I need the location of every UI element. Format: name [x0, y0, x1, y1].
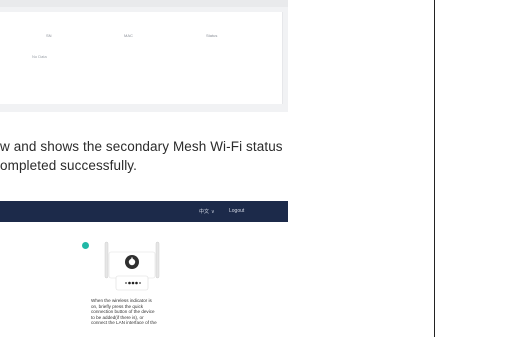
router-icon	[104, 241, 160, 291]
column-header-status: Status	[206, 33, 218, 38]
column-header-mac: MAC	[124, 33, 133, 38]
chevron-down-icon: ∨	[211, 209, 215, 215]
bottom-screenshot: 中文 ∨ Logout When the wireless indicator i…	[0, 201, 288, 337]
language-label: 中文	[199, 209, 210, 215]
step-instruction-text: When the wireless indicator is on, brief…	[91, 298, 193, 326]
page-right-border	[434, 0, 435, 337]
table-empty-text: No Data	[32, 54, 47, 59]
logout-link[interactable]: Logout	[229, 208, 244, 214]
instruction-line-1: w and shows the secondary Mesh Wi-Fi sta…	[0, 139, 283, 154]
top-nav-bar: 中文 ∨ Logout	[0, 201, 288, 222]
instruction-text-line: connect the LAN interface of the	[91, 320, 157, 326]
step-indicator-dot	[82, 242, 89, 249]
language-selector[interactable]: 中文 ∨	[199, 208, 215, 215]
column-header-sn: SN	[46, 33, 52, 38]
top-screenshot-header-strip	[0, 0, 288, 7]
mesh-device-table: SN MAC Status No Data	[0, 12, 283, 104]
top-screenshot: SN MAC Status No Data	[0, 0, 288, 112]
instruction-line-2: ompleted successfully.	[0, 158, 138, 173]
